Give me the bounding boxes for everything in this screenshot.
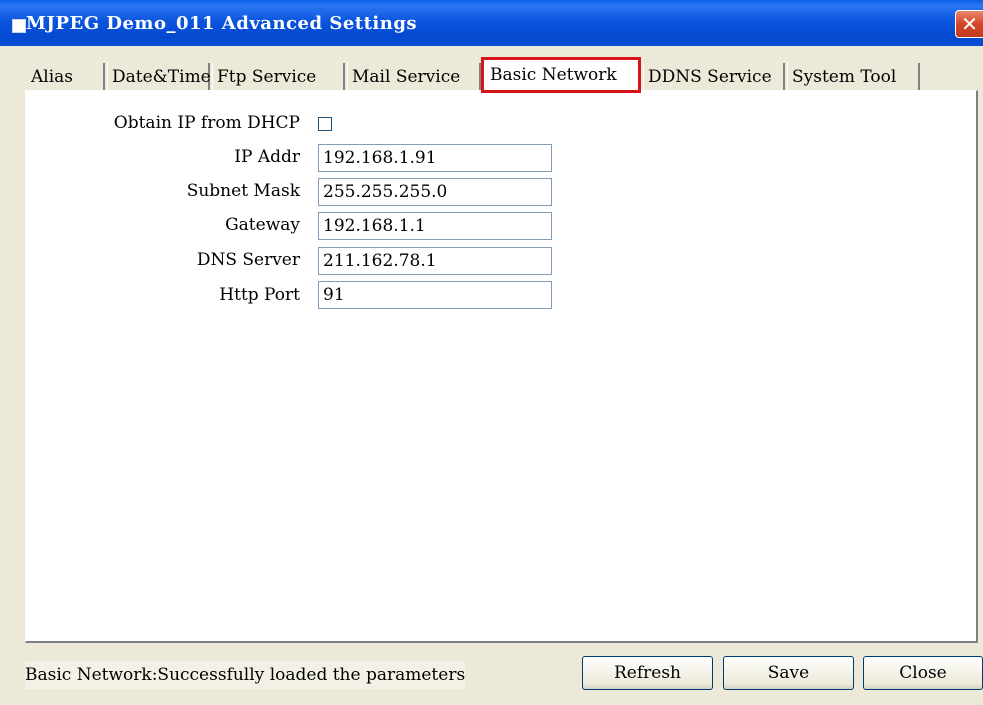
title-bar[interactable]: MJPEG Demo_011 Advanced Settings ✕ bbox=[0, 0, 983, 46]
http-port-label: Http Port bbox=[219, 285, 300, 305]
dhcp-label: Obtain IP from DHCP bbox=[113, 113, 300, 133]
dhcp-checkbox[interactable] bbox=[318, 117, 332, 131]
window-title: MJPEG Demo_011 Advanced Settings bbox=[26, 13, 418, 34]
refresh-button[interactable]: Refresh bbox=[582, 656, 713, 690]
tab-system-tool[interactable]: System Tool bbox=[787, 63, 920, 91]
subnet-mask-field[interactable] bbox=[318, 178, 552, 206]
tab-alias[interactable]: Alias bbox=[27, 63, 105, 91]
close-button[interactable]: Close bbox=[863, 656, 983, 690]
tab-content-panel bbox=[25, 90, 978, 643]
subnet-mask-label: Subnet Mask bbox=[186, 181, 300, 201]
tab-ftp-service[interactable]: Ftp Service bbox=[212, 63, 345, 91]
ip-addr-label: IP Addr bbox=[234, 147, 300, 167]
gateway-label: Gateway bbox=[225, 215, 300, 235]
gateway-field[interactable] bbox=[318, 212, 552, 240]
ip-addr-field[interactable] bbox=[318, 144, 552, 172]
tab-basic-network[interactable]: Basic Network bbox=[481, 57, 641, 93]
status-message: Basic Network:Successfully loaded the pa… bbox=[25, 661, 466, 689]
dns-server-label: DNS Server bbox=[196, 250, 300, 270]
dns-server-field[interactable] bbox=[318, 247, 552, 275]
window-close-icon[interactable]: ✕ bbox=[955, 10, 983, 38]
http-port-field[interactable] bbox=[318, 281, 552, 309]
save-button[interactable]: Save bbox=[723, 656, 854, 690]
tab-mail-service[interactable]: Mail Service bbox=[347, 63, 481, 91]
tab-ddns-service[interactable]: DDNS Service bbox=[643, 63, 785, 91]
app-icon bbox=[12, 19, 26, 33]
tab-date-time[interactable]: Date&Time bbox=[107, 63, 211, 91]
